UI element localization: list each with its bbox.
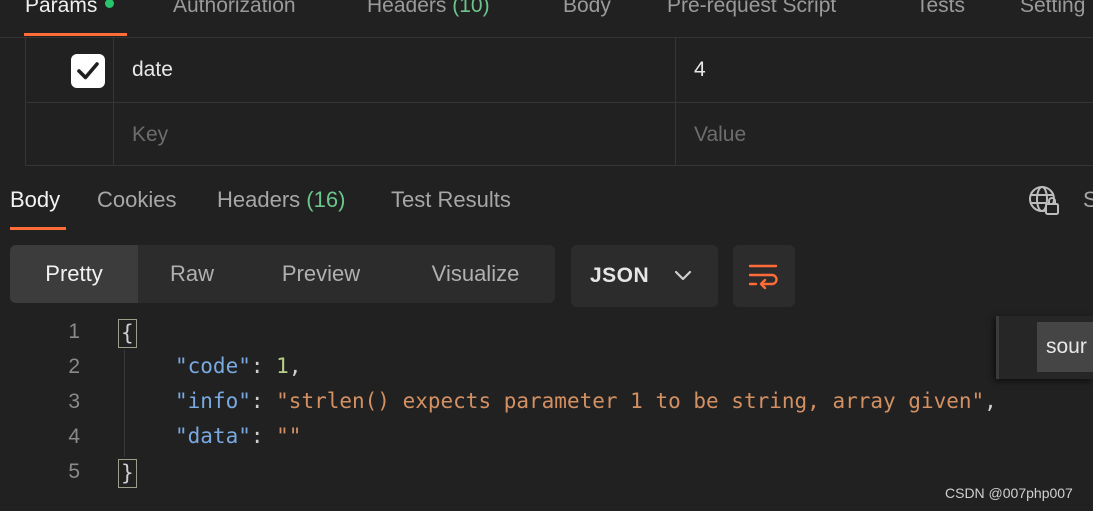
json-key: "code" [175,354,251,378]
suggestion-popup: sour [996,316,1093,379]
json-key: "data" [175,424,251,448]
open-brace: { [118,319,137,348]
param-row-empty: Key Value [25,103,1093,166]
active-tab-indicator [10,227,66,230]
resp-tab-cookies[interactable]: Cookies [97,187,176,213]
json-value: "" [276,424,302,448]
format-label: JSON [590,264,650,287]
json-value: "strlen() expects parameter 1 to be stri… [276,389,985,413]
param-row: date 4 [25,38,1093,103]
wrap-lines-button[interactable] [733,245,795,307]
tab-body[interactable]: Body [563,0,611,19]
tab-label: Test Results [391,187,511,212]
response-body-code[interactable]: 1 { 2 "code": 1, 3 "info": "strlen() exp… [0,316,1093,511]
value-placeholder[interactable]: Value [694,123,746,147]
param-value[interactable]: 4 [694,58,706,82]
param-value-cell[interactable]: 4 [676,38,1093,102]
code-line: 4 "data": "" [0,421,1093,456]
json-comma: , [984,389,997,413]
tab-authorization[interactable]: Authorization [173,0,296,19]
tab-count: (10) [452,0,490,17]
chevron-down-icon [674,270,692,281]
tab-label: Cookies [97,187,177,212]
code-line: 2 "code": 1, [0,351,1093,386]
view-mode-group: Pretty Raw Preview Visualize [10,245,555,303]
json-value: 1 [276,354,289,378]
tab-tests[interactable]: Tests [916,0,965,19]
line-number: 2 [68,355,80,378]
param-check-cell [25,103,114,165]
tab-label: Pre-request Script [667,0,837,17]
resp-tab-test-results[interactable]: Test Results [391,187,511,213]
code-line: 5 } [0,456,1093,491]
resp-tab-body[interactable]: Body [10,187,60,213]
tab-params[interactable]: Params [25,0,115,19]
line-number: 5 [68,460,80,483]
params-table: date 4 Key Value [25,38,1093,166]
close-brace: } [118,459,137,488]
tab-count: (16) [306,187,346,212]
line-number: 1 [68,320,80,343]
view-preview-button[interactable]: Preview [246,245,396,303]
active-tab-indicator [24,33,127,36]
line-number: 4 [68,425,80,448]
popup-highlight[interactable]: sour [1037,322,1093,372]
json-key: "info" [175,389,251,413]
tab-label: Tests [916,0,966,17]
tab-label: Headers [217,187,301,212]
param-key-cell[interactable]: date [114,38,676,102]
view-visualize-button[interactable]: Visualize [396,245,555,303]
param-enabled-checkbox[interactable] [71,54,105,88]
tab-label: Headers [367,0,447,17]
param-key[interactable]: date [132,58,173,82]
code-line: 1 { [0,316,1093,351]
key-placeholder[interactable]: Key [132,123,168,147]
tab-label: Setting [1020,0,1086,17]
line-number: 3 [68,390,80,413]
tab-label: Body [10,187,61,212]
wrap-lines-icon [748,264,778,290]
format-dropdown[interactable]: JSON [571,245,718,307]
json-comma: , [288,354,302,378]
view-pretty-button[interactable]: Pretty [10,245,138,303]
request-tabs: Params Authorization Headers (10) Body P… [0,0,1093,38]
new-key-cell[interactable]: Key [114,103,676,165]
tab-headers[interactable]: Headers (10) [367,0,490,19]
popup-text: sour [1046,335,1087,358]
param-check-cell [25,38,114,102]
save-response-label[interactable]: S [1083,187,1093,213]
tab-label: Body [563,0,611,17]
active-dot-icon [105,0,115,8]
response-tabs: Body Cookies Headers (16) Test Results S [0,166,1093,232]
indent-guide [124,350,125,457]
resp-tab-headers[interactable]: Headers (16) [217,187,345,213]
watermark: CSDN @007php007 [945,485,1073,501]
tab-label: Params [25,0,98,17]
code-line: 3 "info": "strlen() expects parameter 1 … [0,386,1093,421]
globe-lock-icon[interactable] [1027,184,1061,218]
check-icon [77,62,99,80]
new-value-cell[interactable]: Value [676,103,1093,165]
view-raw-button[interactable]: Raw [138,245,246,303]
tab-label: Authorization [173,0,296,17]
tab-settings[interactable]: Setting [1020,0,1085,19]
tab-pre-request-script[interactable]: Pre-request Script [667,0,836,19]
